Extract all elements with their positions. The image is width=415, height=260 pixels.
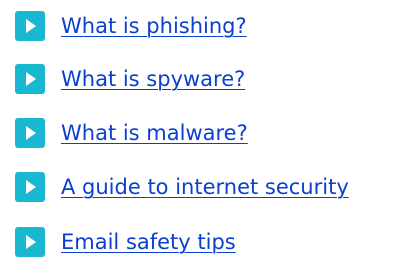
link-internet-security-guide[interactable]: A guide to internet security — [61, 173, 349, 201]
play-arrow-icon — [15, 227, 45, 257]
link-what-is-malware[interactable]: What is malware? — [61, 119, 248, 147]
link-what-is-spyware[interactable]: What is spyware? — [61, 65, 245, 93]
play-arrow-icon — [15, 64, 45, 94]
play-arrow-icon — [15, 11, 45, 41]
list-item: Email safety tips — [0, 227, 236, 257]
link-what-is-phishing[interactable]: What is phishing? — [61, 12, 247, 40]
list-item: What is spyware? — [0, 64, 245, 94]
list-item: A guide to internet security — [0, 172, 349, 202]
list-item: What is malware? — [0, 118, 248, 148]
link-email-safety-tips[interactable]: Email safety tips — [61, 228, 236, 256]
list-item: What is phishing? — [0, 11, 247, 41]
play-arrow-icon — [15, 118, 45, 148]
play-arrow-icon — [15, 172, 45, 202]
